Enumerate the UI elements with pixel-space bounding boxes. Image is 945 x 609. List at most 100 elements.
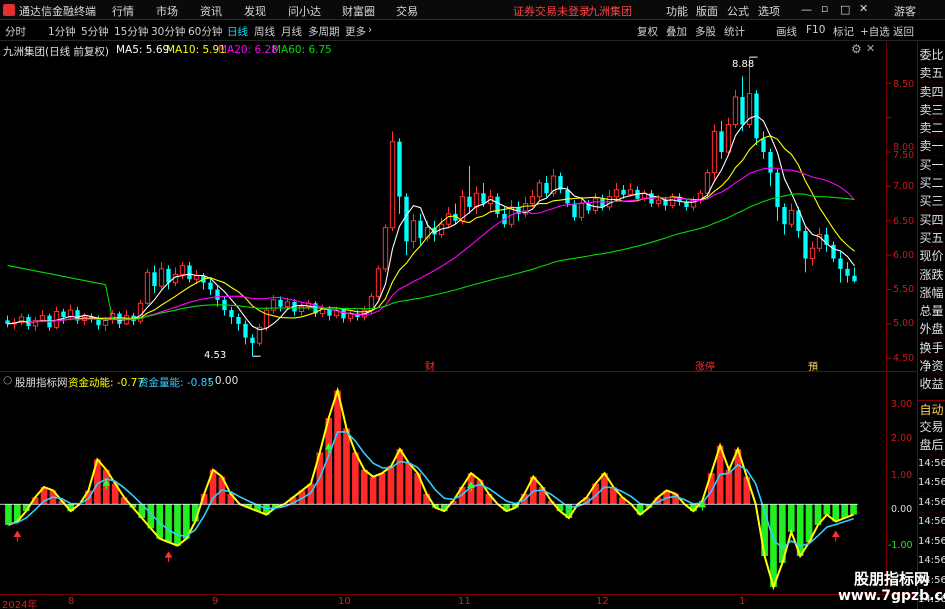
kline-chart[interactable] — [0, 42, 917, 372]
side-volume[interactable]: 总量 — [918, 302, 945, 321]
date-tick: 8 — [68, 596, 75, 607]
candle-body — [761, 138, 766, 152]
period-toolbar: 分时 1分钟 5分钟 15分钟 30分钟 60分钟 日线 周线 月线 多周期 更… — [0, 21, 945, 41]
side-sell1[interactable]: 卖一 — [918, 137, 945, 156]
side-buy2[interactable]: 买二 — [918, 174, 945, 193]
candle-body — [852, 275, 857, 282]
maximize-icon[interactable]: □ — [840, 3, 850, 16]
period-15min[interactable]: 15分钟 — [114, 24, 148, 39]
menu-item-gongneng[interactable]: 功能 — [666, 3, 688, 19]
menu-item-zixun[interactable]: 资讯 — [200, 3, 222, 19]
period-week[interactable]: 周线 — [254, 24, 275, 39]
candle-body — [565, 189, 570, 204]
candle-body — [740, 97, 745, 125]
candle-body — [719, 131, 724, 152]
period-month[interactable]: 月线 — [281, 24, 302, 39]
price-axis-label: 4.50 — [893, 353, 915, 364]
side-price[interactable]: 现价 — [918, 247, 945, 266]
side-trade[interactable]: 交易 — [918, 418, 945, 437]
period-more[interactable]: 更多 — [345, 24, 366, 39]
period-30min[interactable]: 30分钟 — [151, 24, 185, 39]
side-buy4[interactable]: 买四 — [918, 211, 945, 229]
btn-back[interactable]: 返回 — [893, 24, 914, 39]
period-day[interactable]: 日线 — [227, 24, 248, 39]
candle-body — [445, 213, 452, 225]
side-buy5[interactable]: 买五 — [918, 229, 945, 248]
candle-body — [39, 315, 46, 321]
candle-body — [711, 130, 718, 174]
period-1min[interactable]: 1分钟 — [48, 24, 76, 39]
candle-body — [382, 227, 389, 270]
btn-biaoji[interactable]: 标记 — [833, 24, 854, 39]
side-buy1[interactable]: 买一 — [918, 156, 945, 175]
side-auto[interactable]: 自动 — [918, 399, 945, 418]
side-change[interactable]: 涨跌 — [918, 266, 945, 284]
side-eps[interactable]: 收益 — [918, 375, 945, 394]
menu-item-hangqing[interactable]: 行情 — [112, 3, 134, 19]
candle-body — [536, 182, 543, 198]
btn-tongji[interactable]: 统计 — [724, 24, 745, 39]
side-sell4[interactable]: 卖四 — [918, 83, 945, 101]
side-netasset[interactable]: 净资 — [918, 357, 945, 376]
side-sell5[interactable]: 卖五 — [918, 64, 945, 83]
buy-signal-arrow — [831, 530, 840, 542]
login-notice[interactable]: 证券交易未登录 — [513, 3, 590, 19]
event-zhangting-marker: 涨停 — [695, 362, 715, 373]
candle-body — [144, 271, 151, 304]
candle-body — [158, 268, 165, 287]
indicator-axis-label: 3.00 — [891, 399, 913, 410]
candle-body — [529, 196, 536, 205]
restore-icon[interactable]: ▫ — [821, 2, 828, 15]
menu-item-gongshi[interactable]: 公式 — [727, 3, 749, 19]
price-axis-label: 7.50 — [893, 150, 915, 161]
period-60min[interactable]: 60分钟 — [188, 24, 222, 39]
side-sell2[interactable]: 卖二 — [918, 119, 945, 138]
indicator-chart[interactable] — [0, 373, 917, 595]
menu-item-xuanxiang[interactable]: 选项 — [758, 3, 780, 19]
side-weibi[interactable]: 委比 — [918, 46, 945, 65]
candle-body — [166, 268, 171, 283]
close-icon[interactable]: ✕ — [859, 2, 868, 15]
side-pct[interactable]: 涨幅 — [918, 284, 945, 303]
candle-body — [704, 172, 711, 194]
side-buy3[interactable]: 买三 — [918, 192, 945, 211]
menu-item-shichang[interactable]: 市场 — [156, 3, 178, 19]
side-time: 14:56 — [918, 474, 945, 494]
period-multi[interactable]: 多周期 — [308, 24, 340, 39]
buy-signal-arrow — [13, 530, 22, 542]
price-axis-label: 6.50 — [893, 216, 915, 227]
side-outer[interactable]: 外盘 — [918, 320, 945, 339]
menu-item-caifuquan[interactable]: 财富圈 — [342, 3, 375, 19]
minimize-icon[interactable]: — — [801, 3, 812, 16]
side-turnover[interactable]: 换手 — [918, 339, 945, 358]
period-5min[interactable]: 5分钟 — [81, 24, 109, 39]
date-tick: 11 — [458, 596, 471, 607]
btn-fuquan[interactable]: 复权 — [637, 24, 658, 39]
app-title: 通达信金融终端 — [19, 5, 96, 18]
btn-f10[interactable]: F10 — [806, 24, 825, 36]
indicator-axis-label: 2.00 — [891, 433, 913, 444]
menu-item-faxian[interactable]: 发现 — [244, 3, 266, 19]
candle-body — [613, 189, 620, 198]
side-sell3[interactable]: 卖三 — [918, 101, 945, 120]
price-axis-label: 6.00 — [893, 250, 915, 261]
btn-duogu[interactable]: 多股 — [695, 24, 716, 39]
period-fenshi[interactable]: 分时 — [5, 24, 26, 39]
menu-item-wenxiaoda[interactable]: 问小达 — [288, 3, 321, 19]
side-time: 14:56 — [918, 494, 945, 514]
btn-add-watchlist[interactable]: +自选 — [860, 24, 890, 39]
side-after[interactable]: 盘后 — [918, 436, 945, 455]
chevron-right-icon[interactable]: › — [368, 24, 372, 36]
date-tick: 9 — [212, 596, 219, 607]
candle-body — [263, 309, 270, 328]
user-label[interactable]: 游客 — [894, 3, 916, 19]
candle-body — [725, 124, 732, 153]
menu-item-banmian[interactable]: 版面 — [696, 3, 718, 19]
ma60-line — [7, 193, 855, 320]
menu-item-jiaoyi[interactable]: 交易 — [396, 3, 418, 19]
btn-huaxian[interactable]: 画线 — [776, 24, 797, 39]
btn-diejia[interactable]: 叠加 — [666, 24, 687, 39]
candle-body — [250, 337, 255, 344]
candle-body — [831, 244, 836, 259]
menu-bar: 通达信金融终端 行情 市场 资讯 发现 问小达 财富圈 交易 证券交易未登录 九… — [0, 0, 945, 20]
